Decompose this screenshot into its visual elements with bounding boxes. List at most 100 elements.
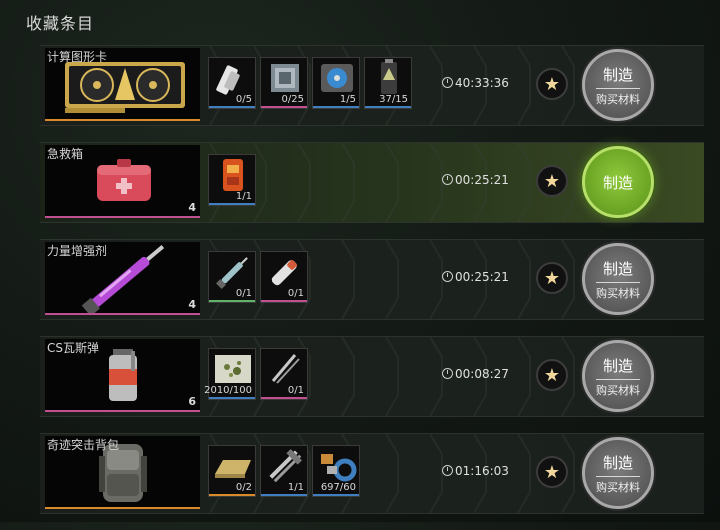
craft-timer: 00:08:27 [442, 367, 509, 381]
rarity-bar [209, 494, 255, 496]
clock-icon [442, 174, 453, 185]
favorite-star-button[interactable]: ★ [536, 359, 568, 391]
craft-button[interactable]: 制造 购买材料 [582, 340, 654, 412]
timer-value: 00:25:21 [455, 270, 509, 284]
materials-list: 0/2 1/1 697/60 [208, 445, 360, 499]
favorite-row[interactable]: 奇迹突击背包 0/2 1/1 697/60 01:16:03 ★ 制造购买材料 [40, 433, 704, 514]
item-name: CS瓦斯弹 [47, 341, 99, 355]
divider [596, 378, 640, 380]
favorite-row[interactable]: 力量增强剂 4 0/1 0/1 00:25:21 ★ 制造 购买材料 [40, 239, 704, 320]
rarity-bar [209, 106, 255, 108]
material-slot[interactable]: 0/2 [208, 445, 256, 497]
material-quantity: 697/60 [320, 482, 356, 493]
clock-icon [442, 465, 453, 476]
clock-icon [442, 368, 453, 379]
timer-value: 00:25:21 [455, 173, 509, 187]
item-count: 4 [188, 201, 196, 214]
star-icon: ★ [543, 364, 561, 386]
material-slot[interactable]: 0/5 [208, 57, 256, 109]
timer-value: 01:16:03 [455, 464, 509, 478]
material-slot[interactable]: 0/25 [260, 57, 308, 109]
rarity-bar [261, 397, 307, 399]
divider [596, 281, 640, 283]
rarity-bar [313, 106, 359, 108]
rarity-underline [45, 507, 200, 509]
item-name: 奇迹突击背包 [47, 438, 120, 452]
craft-label: 制造 [602, 356, 633, 375]
buy-materials-label: 购买材料 [596, 286, 640, 300]
item-count: 6 [188, 395, 196, 408]
craft-timer: 01:16:03 [442, 464, 509, 478]
rarity-bar [365, 106, 411, 108]
materials-list: 1/1 [208, 154, 256, 208]
material-slot[interactable]: 697/60 [312, 445, 360, 497]
item-name: 力量增强剂 [47, 244, 108, 258]
materials-list: 0/5 0/25 1/5 37/15 [208, 57, 412, 111]
material-quantity: 37/15 [379, 94, 408, 105]
favorite-star-button[interactable]: ★ [536, 262, 568, 294]
material-quantity: 0/5 [235, 94, 252, 105]
materials-list: 0/1 0/1 [208, 251, 308, 305]
item-card[interactable]: 力量增强剂 4 [45, 242, 200, 315]
favorite-row[interactable]: CS瓦斯弹 6 2010/100 0/1 00:08:27 ★ 制造购买材料 [40, 336, 704, 417]
timer-value: 00:08:27 [455, 367, 509, 381]
divider [596, 87, 640, 89]
materials-list: 2010/100 0/1 [204, 348, 308, 402]
rarity-bar [261, 106, 307, 108]
rarity-bar [261, 494, 307, 496]
favorite-star-button[interactable]: ★ [536, 456, 568, 488]
buy-materials-label: 购买材料 [596, 383, 640, 397]
rarity-bar [261, 300, 307, 302]
material-slot[interactable]: 1/5 [312, 57, 360, 109]
material-slot[interactable]: 1/1 [208, 154, 256, 206]
favorite-star-button[interactable]: ★ [536, 165, 568, 197]
star-icon: ★ [543, 170, 561, 192]
material-quantity: 0/1 [235, 288, 252, 299]
material-slot[interactable]: 0/1 [260, 251, 308, 303]
item-card[interactable]: 计算图形卡 [45, 48, 200, 121]
material-quantity: 2010/100 [204, 385, 252, 396]
item-name: 计算图形卡 [47, 50, 108, 64]
clock-icon [442, 271, 453, 282]
rarity-underline [45, 119, 200, 121]
craft-button[interactable]: 制造 购买材料 [582, 243, 654, 315]
material-slot[interactable]: 1/1 [260, 445, 308, 497]
craft-timer: 00:25:21 [442, 173, 509, 187]
favorite-row[interactable]: 计算图形卡 0/5 0/25 1/5 37/15 40:33:36 ★ 制造购买材料 [40, 45, 704, 126]
item-card[interactable]: 奇迹突击背包 [45, 436, 200, 509]
rarity-bar [209, 300, 255, 302]
rarity-bar [209, 203, 255, 205]
star-icon: ★ [543, 461, 561, 483]
favorite-row[interactable]: 急救箱 4 1/1 00:25:21 ★ 制造 [40, 142, 704, 223]
buy-materials-label: 购买材料 [596, 92, 640, 106]
material-quantity: 1/1 [287, 482, 304, 493]
craft-label: 制造 [602, 453, 633, 472]
rarity-underline [45, 313, 200, 315]
material-slot[interactable]: 0/1 [208, 251, 256, 303]
craft-button[interactable]: 制造 [582, 146, 654, 218]
item-count: 4 [188, 298, 196, 311]
material-slot[interactable]: 37/15 [364, 57, 412, 109]
favorite-star-button[interactable]: ★ [536, 68, 568, 100]
material-quantity: 0/1 [287, 288, 304, 299]
material-slot[interactable]: 0/1 [260, 348, 308, 400]
craft-label: 制造 [602, 65, 633, 84]
item-card[interactable]: CS瓦斯弹 6 [45, 339, 200, 412]
clock-icon [442, 77, 453, 88]
material-quantity: 1/5 [339, 94, 356, 105]
timer-value: 40:33:36 [455, 76, 509, 90]
star-icon: ★ [543, 267, 561, 289]
material-quantity: 0/25 [281, 94, 304, 105]
page-title: 收藏条目 [26, 14, 95, 33]
craft-button[interactable]: 制造 购买材料 [582, 437, 654, 509]
craft-timer: 00:25:21 [442, 270, 509, 284]
craft-button[interactable]: 制造 购买材料 [582, 49, 654, 121]
star-icon: ★ [543, 73, 561, 95]
material-slot[interactable]: 2010/100 [204, 348, 256, 400]
buy-materials-label: 购买材料 [596, 480, 640, 494]
favorites-list: 计算图形卡 0/5 0/25 1/5 37/15 40:33:36 ★ 制造 购买材料 急救箱 4 1… [40, 45, 704, 530]
material-quantity: 1/1 [235, 191, 252, 202]
item-card[interactable]: 急救箱 4 [45, 145, 200, 218]
craft-label: 制造 [602, 173, 633, 192]
rarity-bar [209, 397, 255, 399]
